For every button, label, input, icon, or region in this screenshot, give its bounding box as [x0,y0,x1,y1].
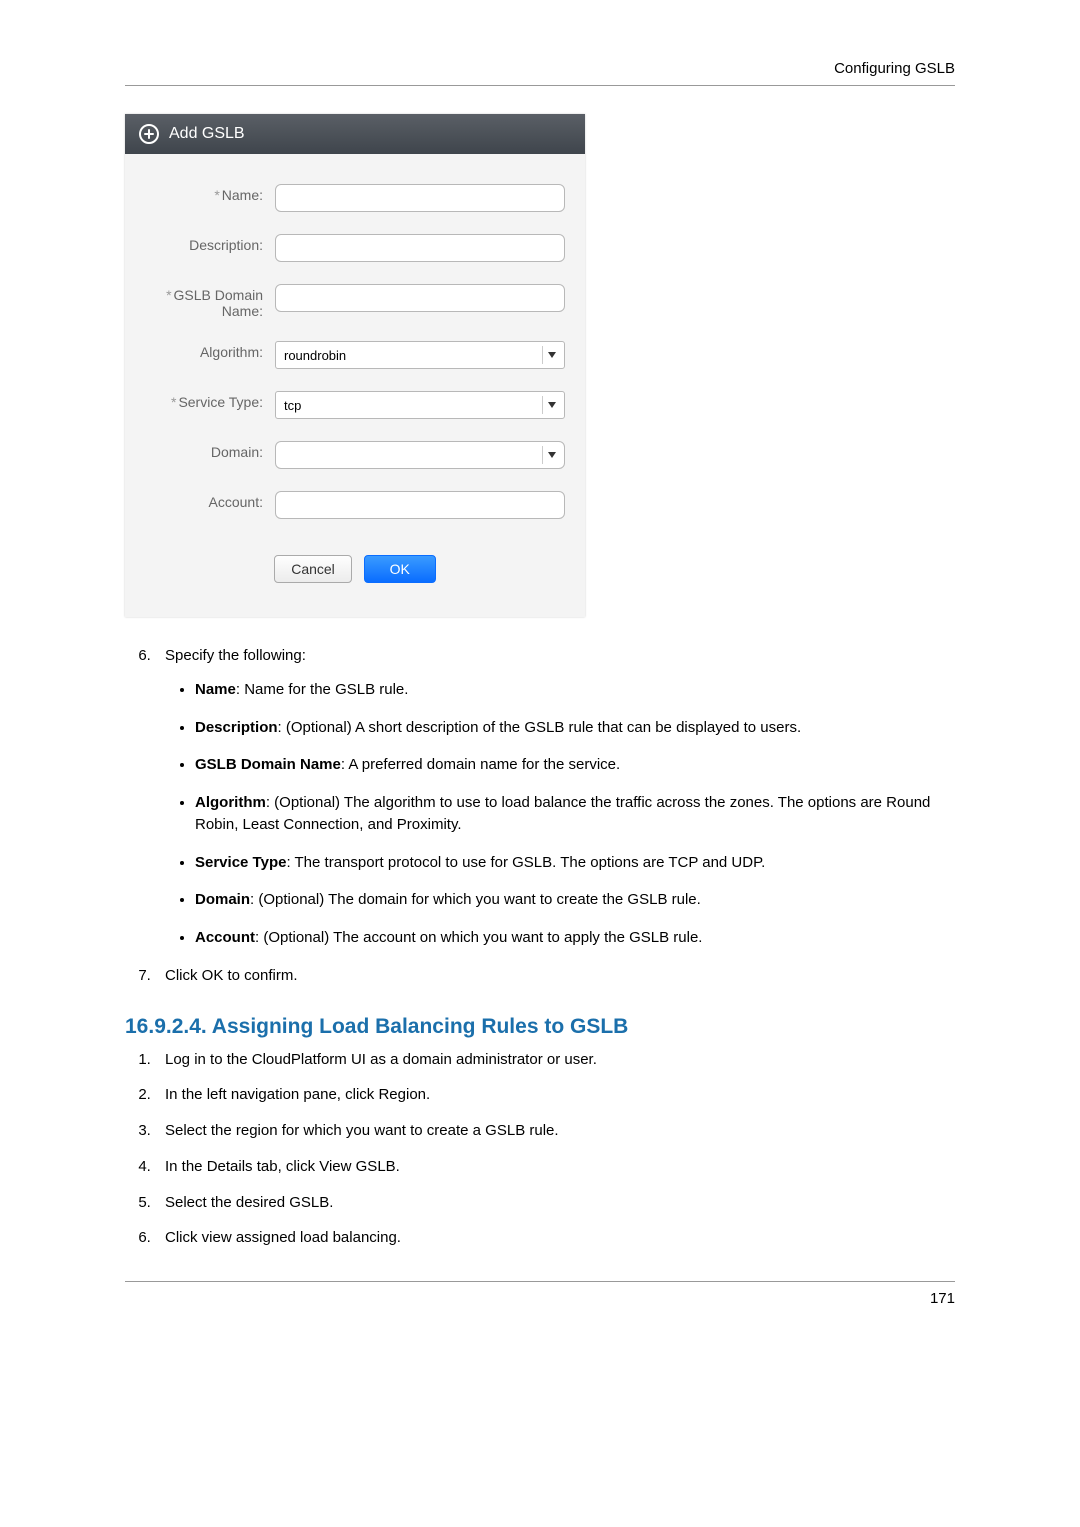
name-label: *Name: [145,184,275,203]
description-label: Description: [145,234,275,253]
bullet-description: Description: (Optional) A short descript… [195,717,955,739]
bullet-service-type: Service Type: The transport protocol to … [195,852,955,874]
service-type-value: tcp [284,398,301,413]
assign-step-3: Select the region for which you want to … [155,1120,955,1142]
domain-label: Domain: [145,441,275,460]
bullet-account: Account: (Optional) The account on which… [195,927,955,949]
bullet-algorithm: Algorithm: (Optional) The algorithm to u… [195,792,955,836]
page-header-title: Configuring GSLB [834,60,955,77]
algorithm-value: roundrobin [284,348,346,363]
page-number: 171 [930,1290,955,1307]
ok-button[interactable]: OK [364,555,436,583]
algorithm-label: Algorithm: [145,341,275,360]
chevron-down-icon [542,346,560,364]
page-header: Configuring GSLB [125,60,955,86]
dialog-titlebar: Add GSLB [125,114,585,154]
bullet-domain: Domain: (Optional) The domain for which … [195,889,955,911]
account-input[interactable] [275,491,565,519]
bullet-gslb-domain: GSLB Domain Name: A preferred domain nam… [195,754,955,776]
step-7: Click OK to confirm. [155,965,955,987]
algorithm-select[interactable]: roundrobin [275,341,565,369]
account-label: Account: [145,491,275,510]
step-list-continued: Specify the following: Name: Name for th… [125,645,955,987]
dialog-title: Add GSLB [169,125,245,143]
chevron-down-icon [542,446,560,464]
dialog-actions: Cancel OK [145,541,565,605]
chevron-down-icon [542,396,560,414]
add-gslb-dialog: Add GSLB *Name: Description: *GSLB Domai… [125,114,585,617]
assign-step-2: In the left navigation pane, click Regio… [155,1084,955,1106]
spec-bullets: Name: Name for the GSLB rule. Descriptio… [165,679,955,949]
section-heading: 16.9.2.4. Assigning Load Balancing Rules… [125,1015,955,1039]
assign-step-6: Click view assigned load balancing. [155,1227,955,1249]
plus-icon [139,124,159,144]
description-input[interactable] [275,234,565,262]
dialog-body: *Name: Description: *GSLB Domain Name: A… [125,154,585,617]
cancel-button[interactable]: Cancel [274,555,352,583]
name-input[interactable] [275,184,565,212]
bullet-name: Name: Name for the GSLB rule. [195,679,955,701]
step-6: Specify the following: Name: Name for th… [155,645,955,949]
gslb-domain-label: *GSLB Domain Name: [145,284,275,319]
assign-step-1: Log in to the CloudPlatform UI as a doma… [155,1049,955,1071]
assign-step-4: In the Details tab, click View GSLB. [155,1156,955,1178]
service-type-select[interactable]: tcp [275,391,565,419]
assign-step-5: Select the desired GSLB. [155,1192,955,1214]
gslb-domain-input[interactable] [275,284,565,312]
domain-select[interactable] [275,441,565,469]
service-type-label: *Service Type: [145,391,275,410]
assign-steps-list: Log in to the CloudPlatform UI as a doma… [125,1049,955,1250]
page-footer: 171 [125,1281,955,1307]
